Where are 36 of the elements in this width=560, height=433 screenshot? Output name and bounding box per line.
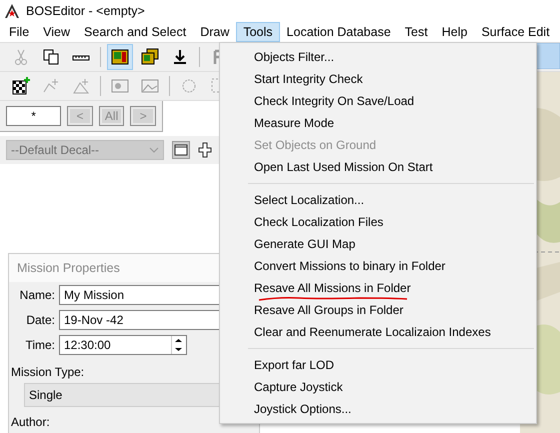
window-icon[interactable] bbox=[172, 141, 190, 159]
menu-entry[interactable]: Check Integrity On Save/Load bbox=[220, 90, 536, 112]
menu-entry[interactable]: Convert Missions to binary in Folder bbox=[220, 255, 536, 277]
caret-icon bbox=[149, 147, 159, 153]
menu-item[interactable]: Search and Select bbox=[77, 22, 194, 42]
menu-entry[interactable]: Generate GUI Map bbox=[220, 233, 536, 255]
menu-item[interactable]: File bbox=[2, 22, 36, 42]
plus-icon[interactable] bbox=[198, 141, 212, 159]
checker-add-icon[interactable] bbox=[12, 77, 30, 95]
menu-entry[interactable]: Start Integrity Check bbox=[220, 68, 536, 90]
menu-entry[interactable]: Select Localization... bbox=[220, 189, 536, 211]
field-label: Name: bbox=[18, 288, 56, 302]
menu-item[interactable]: Test bbox=[398, 22, 435, 42]
panels-icon[interactable] bbox=[141, 48, 159, 66]
menu-entry[interactable]: Check Localization Files bbox=[220, 211, 536, 233]
field-label: Author: bbox=[10, 415, 51, 429]
filter-button[interactable]: * bbox=[6, 106, 62, 126]
app-logo-icon bbox=[4, 3, 20, 19]
window-title: BOSEditor - <empty> bbox=[26, 4, 145, 18]
panel-layout-icon[interactable] bbox=[111, 48, 129, 66]
panel-title: Mission Properties bbox=[17, 261, 120, 275]
copy-icon[interactable] bbox=[42, 48, 60, 66]
menu-item[interactable]: Tools bbox=[236, 22, 280, 42]
menu-item[interactable]: View bbox=[36, 22, 78, 42]
field-label: Date: bbox=[25, 313, 56, 327]
time-field[interactable]: 12:30:00 bbox=[59, 335, 187, 355]
field-label: Time: bbox=[24, 338, 56, 352]
menu-item[interactable]: Help bbox=[434, 22, 474, 42]
download-icon[interactable] bbox=[171, 48, 189, 66]
field-label: Mission Type: bbox=[10, 365, 86, 379]
menu-entry[interactable]: Open Last Used Mission On Start bbox=[220, 156, 536, 178]
menu-entry[interactable]: Export far LOD bbox=[220, 354, 536, 376]
menu-entry[interactable]: Measure Mode bbox=[220, 112, 536, 134]
menu-item[interactable]: Surface Edit bbox=[474, 22, 557, 42]
menu-item[interactable]: Location Database bbox=[280, 22, 398, 42]
menu-item[interactable]: Draw bbox=[193, 22, 236, 42]
